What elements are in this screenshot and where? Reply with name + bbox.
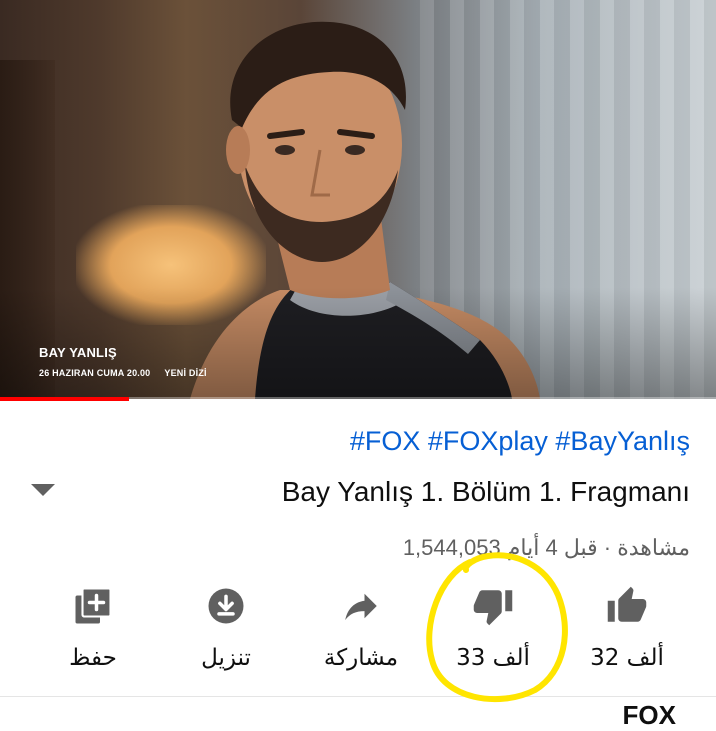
- video-player[interactable]: BAY YANLIŞ 26 HAZIRAN CUMA 20.00 YENİ Dİ…: [0, 0, 716, 399]
- video-progress-bar[interactable]: [0, 397, 716, 401]
- like-count: 32 ألف: [590, 645, 664, 671]
- add-to-playlist-icon: [75, 587, 112, 624]
- dislike-button[interactable]: 33 ألف: [428, 585, 558, 675]
- download-icon: [208, 588, 244, 624]
- dislike-count: 33 ألف: [456, 645, 530, 671]
- thumbs-down-icon: [473, 590, 513, 626]
- thumbs-up-icon: [607, 586, 647, 622]
- download-button[interactable]: تنزيل: [161, 585, 291, 675]
- video-vignette: [0, 0, 716, 399]
- share-button[interactable]: مشاركة: [296, 585, 426, 675]
- video-hashtags[interactable]: #FOX #FOXplay #BayYanlış: [350, 426, 690, 457]
- like-button[interactable]: 32 ألف: [562, 585, 692, 675]
- video-progress-fill: [0, 397, 129, 401]
- section-divider: [0, 696, 716, 697]
- video-meta: 1,544,053 مشاهدة · قبل 4 أيام: [402, 535, 690, 560]
- share-label: مشاركة: [323, 645, 399, 671]
- video-overlay-subtitle: 26 HAZIRAN CUMA 20.00 YENİ DİZİ: [39, 368, 239, 378]
- save-button[interactable]: حفظ: [28, 585, 158, 675]
- download-label: تنزيل: [201, 645, 251, 671]
- share-arrow-icon: [345, 593, 377, 620]
- video-overlay-title: BAY YANLIŞ: [39, 345, 117, 360]
- chevron-down-icon[interactable]: [31, 482, 55, 498]
- video-overlay-tag: YENİ DİZİ: [164, 368, 207, 378]
- video-overlay-date: 26 HAZIRAN CUMA 20.00: [39, 368, 151, 378]
- video-title[interactable]: Bay Yanlış 1. Bölüm 1. Fragmanı: [282, 476, 690, 508]
- save-label: حفظ: [69, 645, 117, 671]
